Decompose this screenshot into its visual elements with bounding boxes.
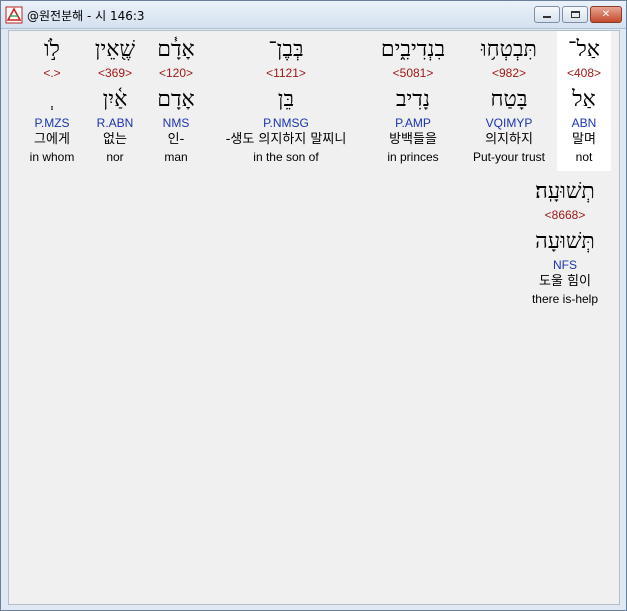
korean-gloss: 인- (167, 132, 185, 147)
lemma-word: נָדִיב (395, 87, 431, 112)
strong-number[interactable]: <1121> (207, 65, 365, 81)
lemma-word: בָּטַח (490, 87, 528, 112)
hebrew-word: תִּבְטְח֥וּ (481, 37, 537, 62)
english-gloss: there is-help (531, 292, 599, 306)
minimize-icon (543, 16, 551, 18)
lemma-word: תְּשׁוּעָה (535, 229, 595, 254)
lemma-word: אָדָם (157, 87, 195, 112)
app-logo-icon (5, 6, 23, 24)
morph-code: P.NMSG (263, 116, 309, 130)
word-column[interactable]: תִּבְטְח֥וּ <982> בָּטַח VQIMYP 의지하지 Put… (464, 35, 554, 165)
english-gloss: not (575, 150, 593, 164)
close-button[interactable]: ✕ (590, 6, 622, 23)
lemma-word: אַ֫יִן (102, 87, 128, 112)
interlinear-view[interactable]: לֹ֣ו <.> ְ P.MZS 그에게 in whom שֶׁ֖אֵין <3… (8, 30, 620, 605)
morph-code: P.AMP (395, 116, 431, 130)
word-column[interactable]: בִנְדִיבִ֑ים <5081> נָדִיב P.AMP 방백들을 in… (371, 35, 455, 165)
strong-number[interactable]: <408> (557, 65, 611, 81)
title-bar[interactable]: @원전분해 - 시 146:3 ✕ (1, 1, 626, 29)
morph-code: VQIMYP (485, 116, 533, 130)
word-column[interactable]: אָדָ֓ם <120> אָדָם NMS 인- man (147, 35, 205, 165)
strong-number[interactable]: <369> (87, 65, 143, 81)
word-column-selected[interactable]: אַל־ <408> אַל ABN 말며 not (557, 31, 611, 171)
english-gloss: in whom (29, 150, 75, 164)
korean-gloss: 의지하지 (485, 132, 533, 147)
strong-number[interactable]: <5081> (371, 65, 455, 81)
app-window: @원전분해 - 시 146:3 ✕ לֹ֣ו <.> ְ P.MZS 그에게 i… (0, 0, 627, 611)
hebrew-word: אַל־ (568, 37, 600, 62)
hebrew-word: לֹ֣ו (44, 37, 60, 62)
word-column[interactable]: בְּבֶן־ <1121> בֵּן P.NMSG -생도 의지하지 말찌니 … (207, 35, 365, 165)
strong-number[interactable]: <8668> (523, 207, 607, 223)
maximize-icon (570, 11, 580, 18)
word-column[interactable]: שֶׁ֖אֵין <369> אַ֫יִן R.ABN 없는 nor (87, 35, 143, 165)
english-gloss: man (164, 150, 188, 164)
strong-number[interactable]: <982> (464, 65, 554, 81)
hebrew-word: בִנְדִיבִ֑ים (380, 37, 446, 62)
maximize-button[interactable] (562, 6, 588, 23)
word-column[interactable]: לֹ֣ו <.> ְ P.MZS 그에게 in whom (19, 35, 85, 165)
english-gloss: Put-your trust (472, 150, 546, 164)
korean-gloss: 없는 (103, 132, 127, 147)
strong-number[interactable]: <120> (147, 65, 205, 81)
hebrew-word: בְּבֶן־ (268, 37, 304, 62)
word-column[interactable]: תְשׁוּעָֽה׃ <8668> תְּשׁוּעָה NFS 도울 힘이 … (523, 177, 607, 307)
korean-gloss: 방백들을 (389, 132, 437, 147)
morph-code: R.ABN (96, 116, 134, 130)
morph-code: NMS (162, 116, 190, 130)
lemma-word: אַל (572, 87, 596, 112)
korean-gloss: 도울 힘이 (539, 274, 591, 289)
korean-gloss: 말며 (572, 132, 596, 147)
lemma-word: ְ (19, 85, 85, 115)
hebrew-word: תְשׁוּעָֽה׃ (535, 179, 595, 204)
window-title: @원전분해 - 시 146:3 (27, 9, 145, 23)
morph-code: ABN (571, 116, 597, 130)
english-gloss: nor (106, 150, 124, 164)
close-icon: ✕ (601, 9, 611, 20)
caption-buttons: ✕ (534, 6, 622, 23)
english-gloss: in the son of (253, 150, 319, 164)
minimize-button[interactable] (534, 6, 560, 23)
strong-number[interactable]: <.> (19, 65, 85, 81)
hebrew-word: אָדָ֓ם (157, 37, 195, 62)
morph-code: P.MZS (34, 116, 70, 130)
morph-code: NFS (553, 258, 577, 272)
korean-gloss: 그에게 (34, 132, 70, 147)
english-gloss: in princes (387, 150, 439, 164)
hebrew-word: שֶׁ֖אֵין (94, 37, 136, 62)
korean-gloss: -생도 의지하지 말찌니 (225, 132, 347, 147)
lemma-word: בֵּן (277, 87, 295, 112)
